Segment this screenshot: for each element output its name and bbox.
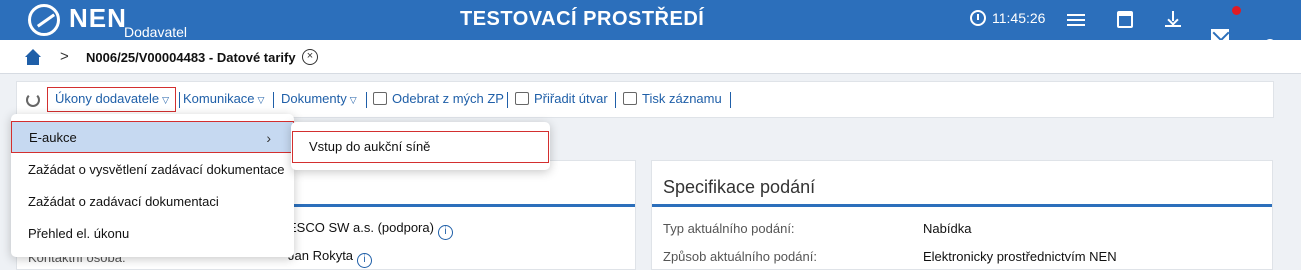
right-panel: Specifikace podání Typ aktuálního podání… (651, 160, 1273, 270)
toolbar-divider (730, 92, 731, 108)
folder-remove-icon (373, 92, 387, 105)
toolbar-divider (615, 92, 616, 108)
refresh-icon[interactable] (26, 93, 40, 107)
submenu: Vstup do aukční síně (291, 122, 550, 170)
row-label: Typ aktuálního podání: (663, 221, 795, 236)
menu-label: Komunikace (183, 91, 255, 106)
menu-ukony-dodavatele[interactable]: Úkony dodavatele ▽ (55, 91, 169, 106)
row-label: Způsob aktuálního podání: (663, 249, 817, 264)
info-icon[interactable]: i (437, 225, 453, 240)
menu-icon[interactable] (1067, 11, 1087, 31)
caret-down-icon: ▽ (349, 95, 357, 105)
environment-title: TESTOVACÍ PROSTŘEDÍ (460, 8, 705, 30)
chevron-right-icon: > (60, 48, 69, 65)
button-label: Odebrat z mých ZP (392, 91, 504, 106)
chevron-right-icon: › (266, 130, 271, 146)
button-label: Tisk záznamu (642, 91, 722, 106)
top-bar: NEN Dodavatel TESTOVACÍ PROSTŘEDÍ 11:45:… (0, 0, 1301, 59)
download-icon[interactable] (1165, 11, 1181, 27)
clock-icon (970, 10, 986, 26)
row-value: Nabídka (923, 221, 972, 236)
menu-label: Dokumenty (281, 91, 347, 106)
logo-text[interactable]: NEN (69, 3, 127, 34)
toolbar-divider (366, 92, 367, 108)
button-tisk-zaznamu[interactable]: Tisk záznamu (623, 91, 722, 106)
menu-item-zadavaci-dokumentace[interactable]: Zažádat o zadávací dokumentaci (11, 186, 294, 218)
supplier-name: ESCO SW a.s. (podpora) (288, 220, 434, 235)
panel-title: Specifikace podání (663, 177, 816, 197)
dropdown-menu: E-aukce › Zažádat o vysvětlení zadávací … (11, 114, 294, 257)
print-icon (623, 92, 637, 105)
home-icon[interactable] (24, 49, 42, 65)
calendar-icon[interactable] (1117, 11, 1133, 28)
menu-item-e-aukce[interactable]: E-aukce › (11, 121, 294, 153)
nen-logo-icon[interactable] (28, 4, 60, 36)
row-value: ESCO SW a.s. (podpora) i (288, 220, 453, 240)
close-icon[interactable]: × (302, 49, 318, 65)
panel-rule (652, 204, 1272, 207)
caret-down-icon: ▽ (162, 95, 169, 105)
breadcrumb-current[interactable]: N006/25/V00004483 - Datové tarify (86, 50, 296, 65)
session-clock: 11:45:26 (970, 10, 1045, 26)
button-odebrat[interactable]: Odebrat z mých ZP (373, 91, 504, 106)
action-toolbar: Úkony dodavatele ▽ Komunikace ▽ Dokumenty ▽… (16, 81, 1274, 118)
menu-komunikace[interactable]: Komunikace ▽ (183, 91, 264, 106)
menu-item-vstup-aukcni-sine[interactable]: Vstup do aukční síně (292, 131, 549, 163)
notification-badge (1232, 6, 1241, 15)
menu-item-prehled[interactable]: Přehled el. úkonu (11, 218, 294, 250)
contact-name: Jan Rokyta (288, 248, 354, 263)
button-priradit-utvar[interactable]: Přiřadit útvar (515, 91, 608, 106)
logo-subtitle: Dodavatel (124, 24, 188, 40)
clock-time: 11:45:26 (992, 10, 1046, 26)
toolbar-divider (273, 92, 274, 108)
breadcrumb: > N006/25/V00004483 - Datové tarify × (0, 40, 1301, 74)
toolbar-divider (507, 92, 508, 108)
menu-label: Úkony dodavatele (55, 91, 160, 106)
org-unit-icon (515, 92, 529, 105)
toolbar-divider (179, 92, 180, 108)
row-value: Elektronicky prostřednictvím NEN (923, 249, 1117, 264)
caret-down-icon: ▽ (257, 95, 265, 105)
menu-item-vysvetleni[interactable]: Zažádat o vysvětlení zadávací dokumentac… (11, 154, 294, 186)
button-label: Přiřadit útvar (534, 91, 608, 106)
menu-dokumenty[interactable]: Dokumenty ▽ (281, 91, 357, 106)
row-value: Jan Rokyta i (288, 248, 373, 268)
info-icon[interactable]: i (357, 253, 373, 268)
menu-item-label: E-aukce (29, 130, 77, 145)
